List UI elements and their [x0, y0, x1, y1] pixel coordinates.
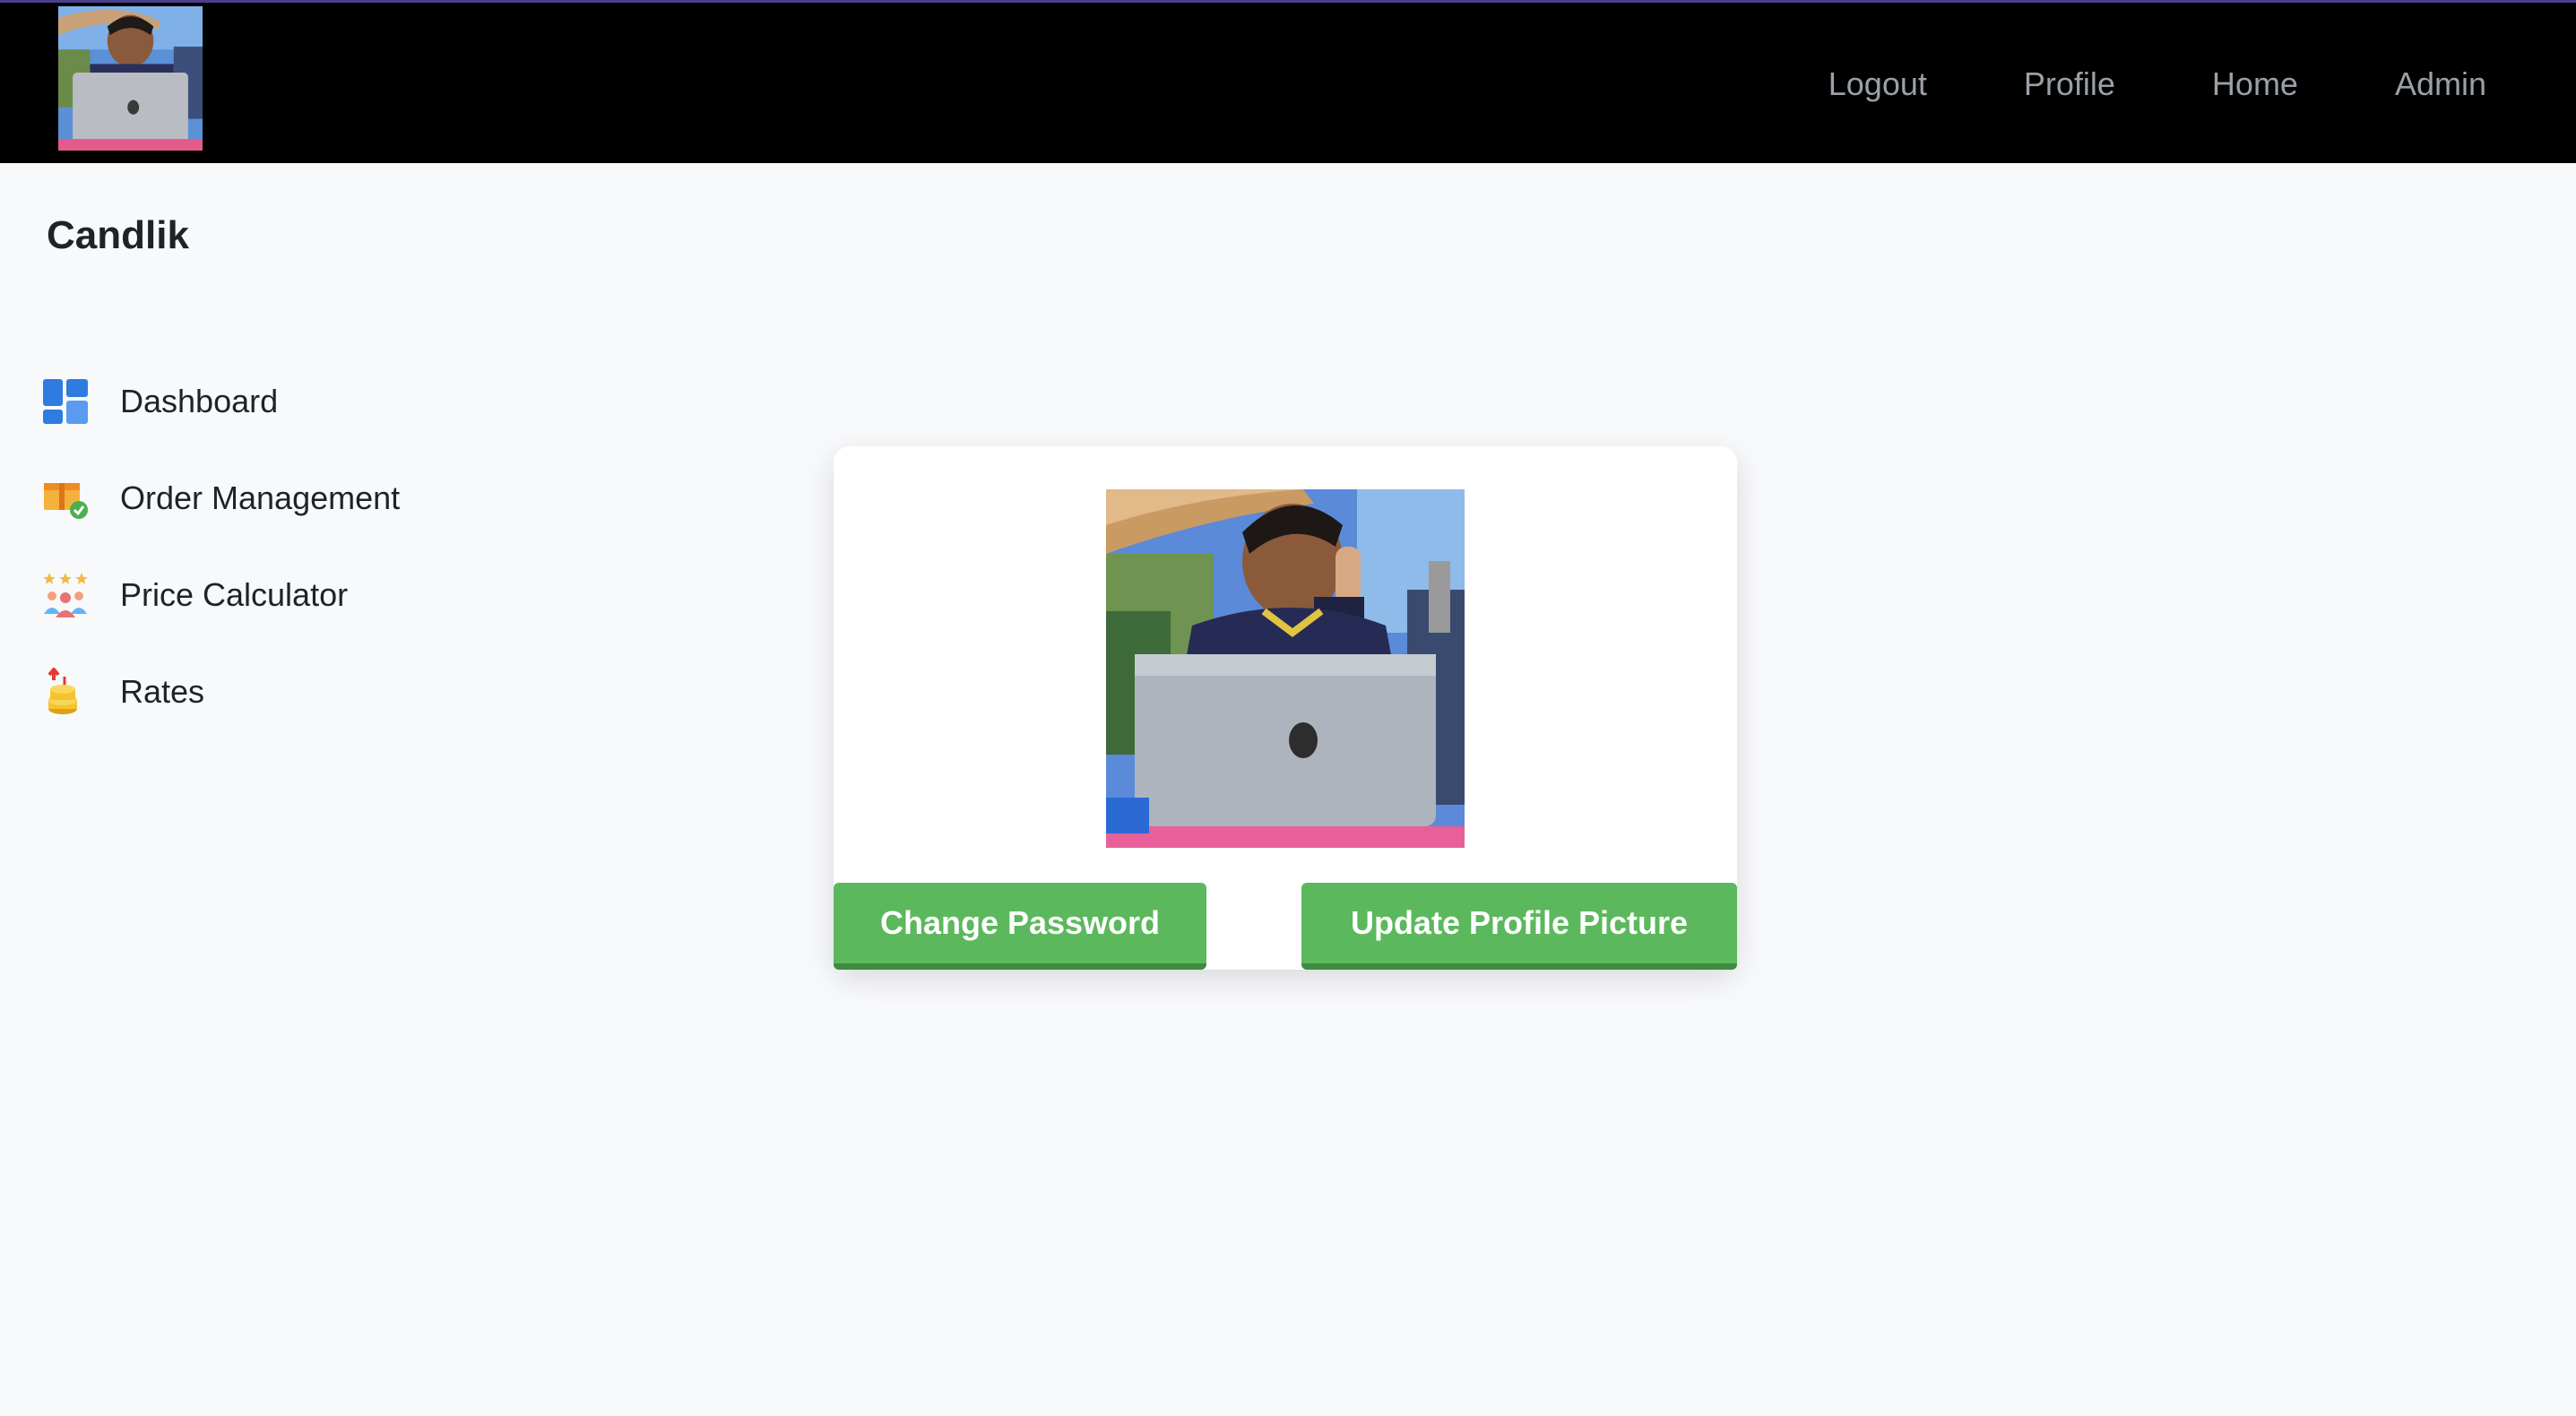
user-avatar-thumbnail[interactable] [58, 6, 203, 151]
sidebar-item-label: Dashboard [120, 383, 279, 419]
sidebar: Dashboard Order Management Price Calcula… [41, 375, 543, 762]
nav-profile-link[interactable]: Profile [2024, 65, 2115, 103]
profile-photo-icon [58, 6, 203, 151]
header-nav: Logout Profile Home Admin [1828, 3, 2486, 166]
brand-title: Candlik [47, 213, 189, 257]
sidebar-item-rates[interactable]: Rates [41, 665, 543, 719]
update-profile-picture-button[interactable]: Update Profile Picture [1301, 883, 1737, 970]
top-navbar: Logout Profile Home Admin [0, 0, 2576, 163]
coins-icon [41, 668, 90, 716]
nav-home-link[interactable]: Home [2212, 65, 2298, 103]
sidebar-item-dashboard[interactable]: Dashboard [41, 375, 543, 428]
profile-photo-icon [1106, 489, 1465, 848]
sidebar-item-order-management[interactable]: Order Management [41, 471, 543, 525]
sidebar-item-label: Order Management [120, 479, 401, 516]
sidebar-item-label: Rates [120, 673, 205, 710]
nav-admin-link[interactable]: Admin [2395, 65, 2486, 103]
team-rating-icon [41, 571, 90, 619]
profile-card: Change Password Update Profile Picture [834, 446, 1737, 970]
package-icon [41, 474, 90, 522]
sidebar-item-label: Price Calculator [120, 576, 349, 613]
change-password-button[interactable]: Change Password [834, 883, 1206, 970]
profile-picture [1106, 489, 1465, 848]
sidebar-item-price-calculator[interactable]: Price Calculator [41, 568, 543, 622]
dashboard-icon [41, 377, 90, 426]
nav-logout-link[interactable]: Logout [1828, 65, 1927, 103]
